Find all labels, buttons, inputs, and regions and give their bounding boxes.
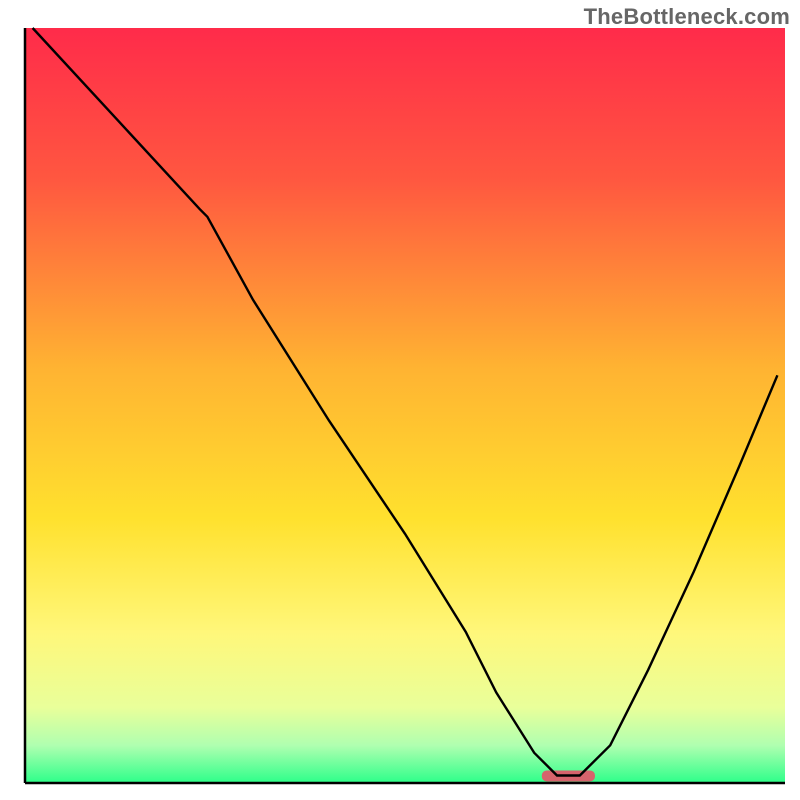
chart-container: TheBottleneck.com <box>0 0 800 800</box>
bottleneck-chart <box>0 0 800 800</box>
plot-background <box>25 28 785 783</box>
